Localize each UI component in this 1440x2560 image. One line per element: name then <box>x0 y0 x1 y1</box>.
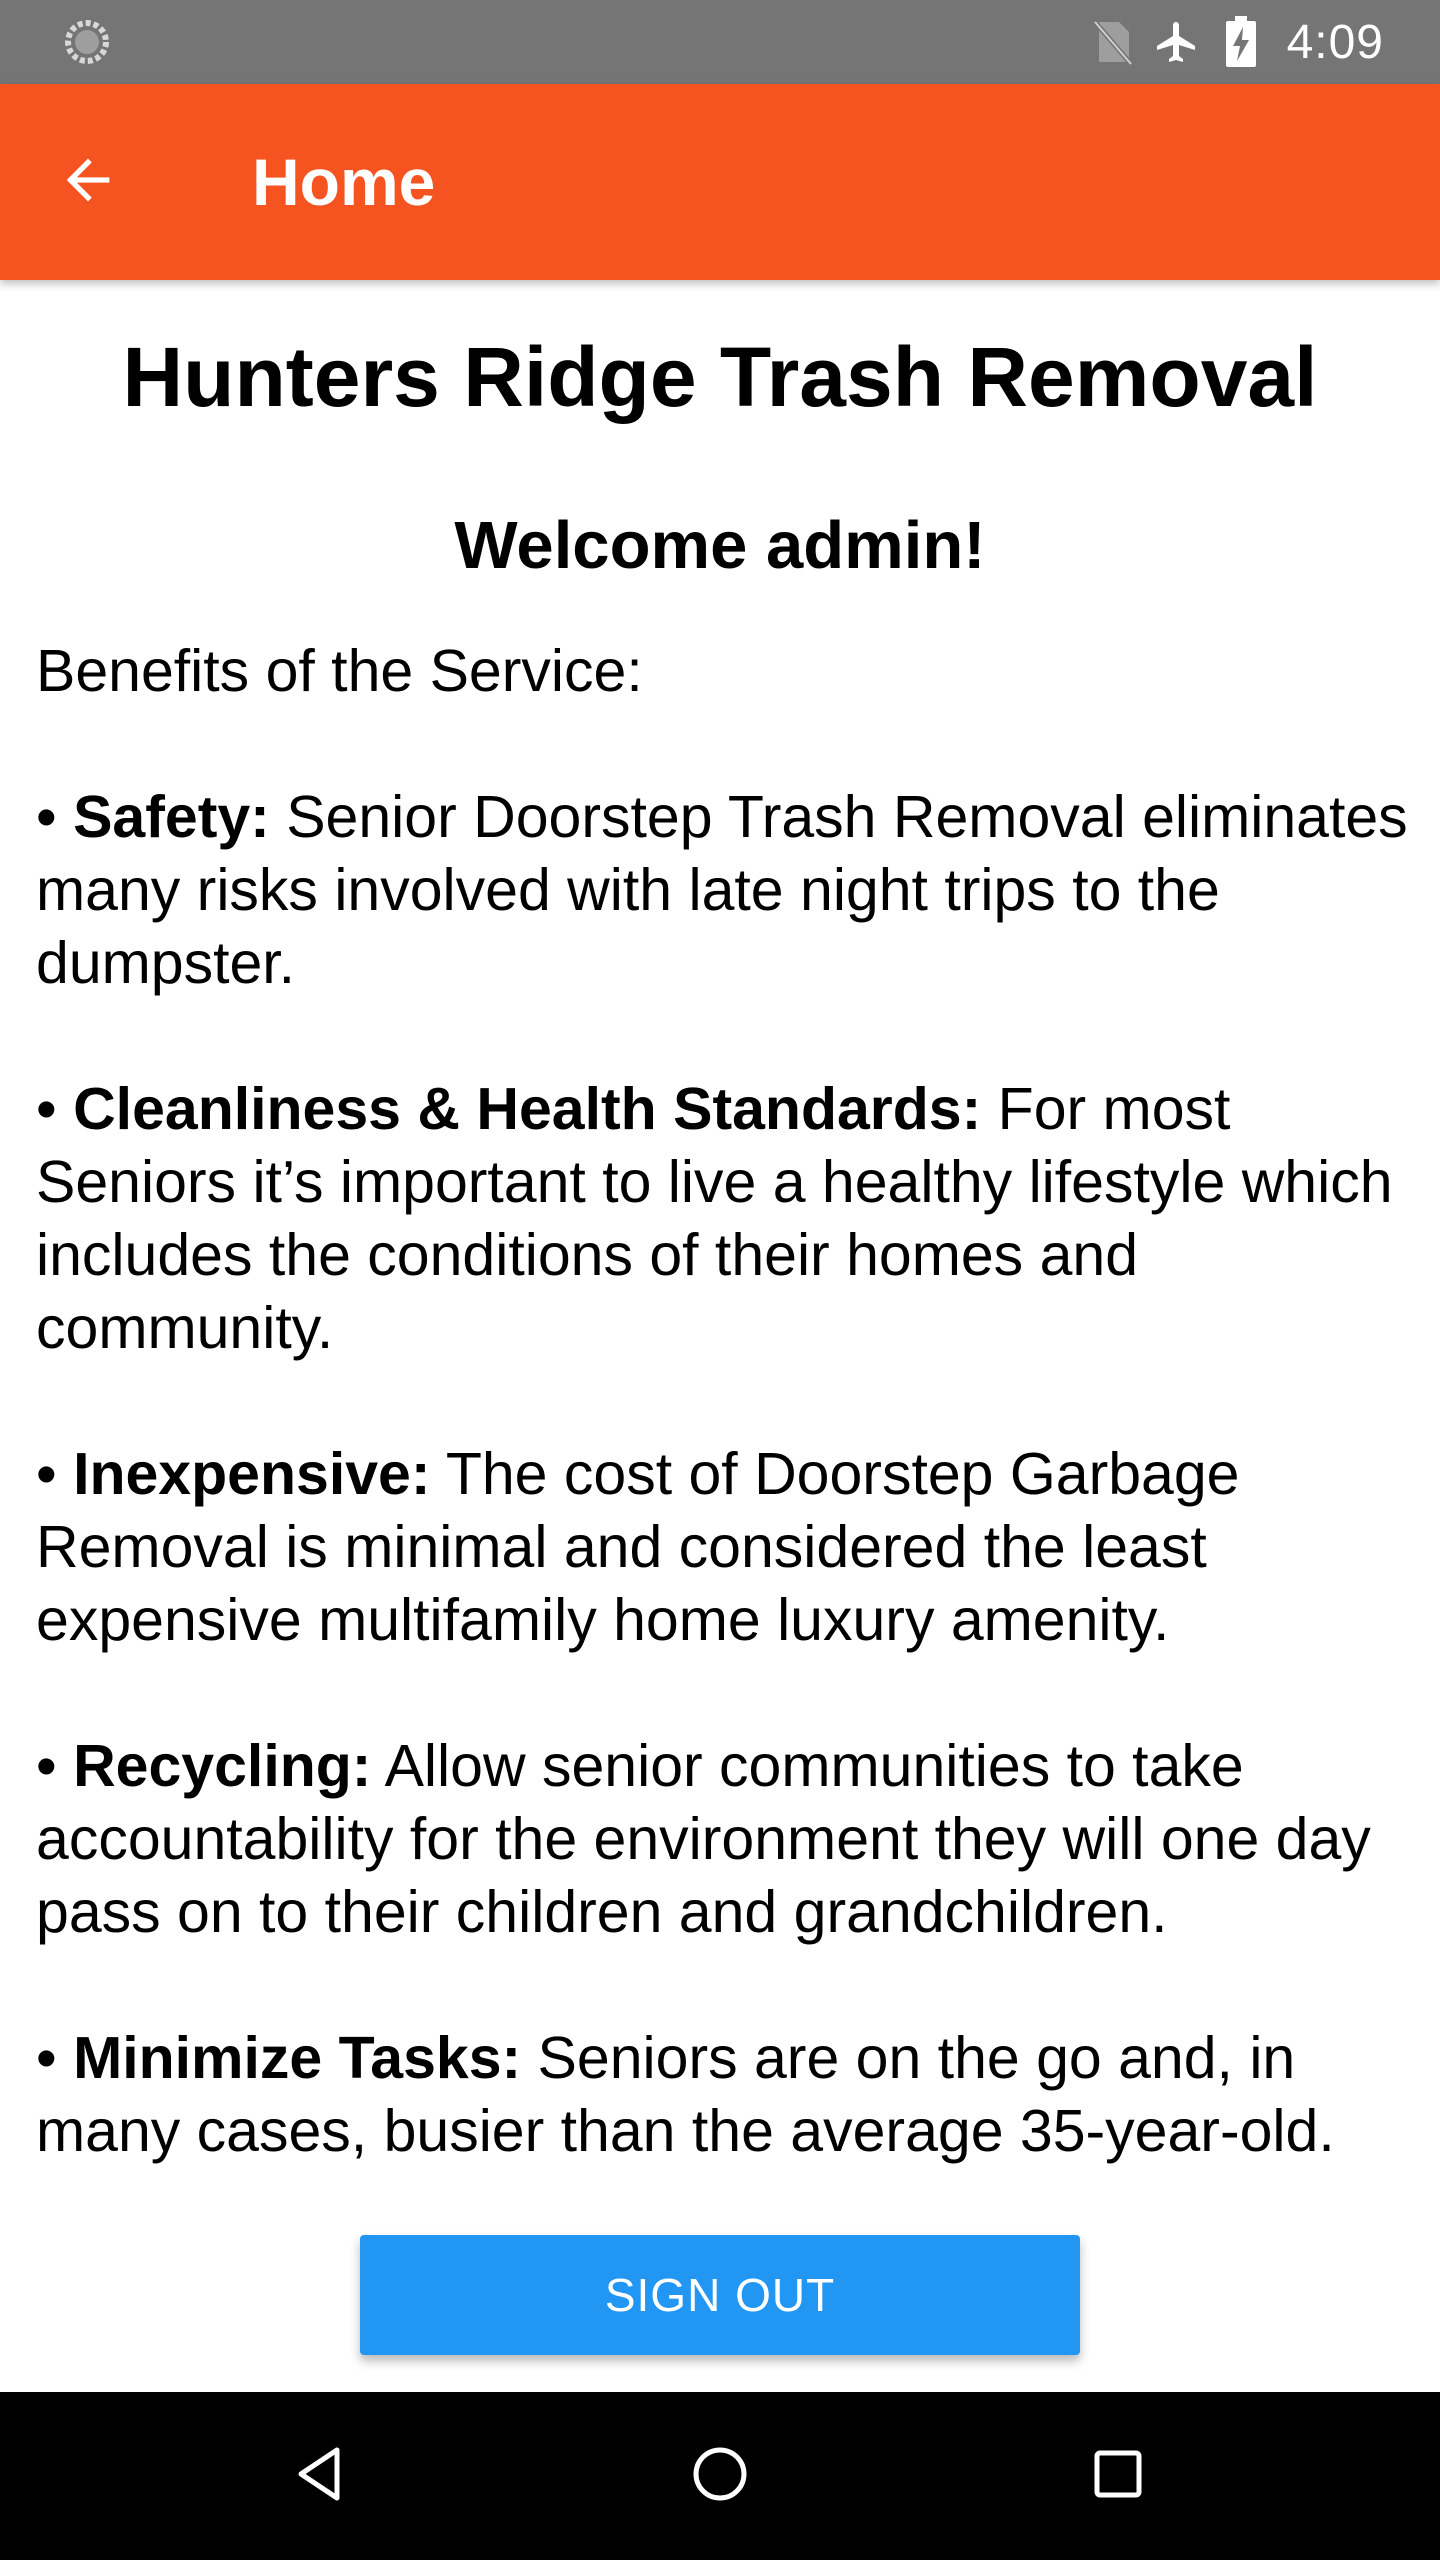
back-triangle-icon <box>291 2444 351 2509</box>
sync-icon <box>63 18 111 66</box>
status-time: 4:09 <box>1286 15 1384 69</box>
navigation-bar <box>0 2392 1440 2560</box>
app-bar: Home <box>0 84 1440 280</box>
arrow-back-icon <box>56 148 120 217</box>
status-icons: 4:09 <box>1073 0 1384 84</box>
battery-charging-icon <box>1217 16 1265 67</box>
home-circle-icon <box>690 2444 750 2509</box>
back-button[interactable] <box>40 134 136 230</box>
benefit-inexpensive: • Inexpensive: The cost of Doorstep Garb… <box>36 1438 1416 1657</box>
bullet: • <box>36 1441 74 1507</box>
benefit-title: Recycling: <box>73 1733 372 1799</box>
org-title: Hunters Ridge Trash Removal <box>122 330 1318 424</box>
bullet: • <box>36 2025 74 2091</box>
benefit-title: Minimize Tasks: <box>73 2025 522 2091</box>
bullet: • <box>36 1076 74 1142</box>
benefit-recycling: • Recycling: Allow senior communities to… <box>36 1730 1416 1949</box>
page-title: Home <box>252 145 436 219</box>
nav-home-button[interactable] <box>672 2428 768 2524</box>
benefit-title: Safety: <box>73 784 270 850</box>
welcome-message: Welcome admin! <box>454 508 986 583</box>
nav-recents-button[interactable] <box>1070 2428 1166 2524</box>
airplane-mode-icon <box>1153 18 1201 66</box>
benefits-heading: Benefits of the Service: <box>36 638 643 704</box>
status-bar: 4:09 <box>0 0 1440 84</box>
nav-back-button[interactable] <box>273 2428 369 2524</box>
benefit-safety: • Safety: Senior Doorstep Trash Removal … <box>36 781 1416 1000</box>
no-sim-icon <box>1089 18 1137 66</box>
sign-out-button[interactable]: SIGN OUT <box>360 2235 1080 2355</box>
bullet: • <box>36 784 74 850</box>
recents-square-icon <box>1088 2444 1148 2509</box>
bullet: • <box>36 1733 74 1799</box>
benefit-title: Inexpensive: <box>73 1441 431 1507</box>
benefit-title: Cleanliness & Health Standards: <box>73 1076 982 1142</box>
benefit-minimize-tasks: • Minimize Tasks: Seniors are on the go … <box>36 2022 1416 2168</box>
benefits-text: Benefits of the Service: • Safety: Senio… <box>36 635 1416 2168</box>
benefit-cleanliness: • Cleanliness & Health Standards: For mo… <box>36 1073 1416 1365</box>
